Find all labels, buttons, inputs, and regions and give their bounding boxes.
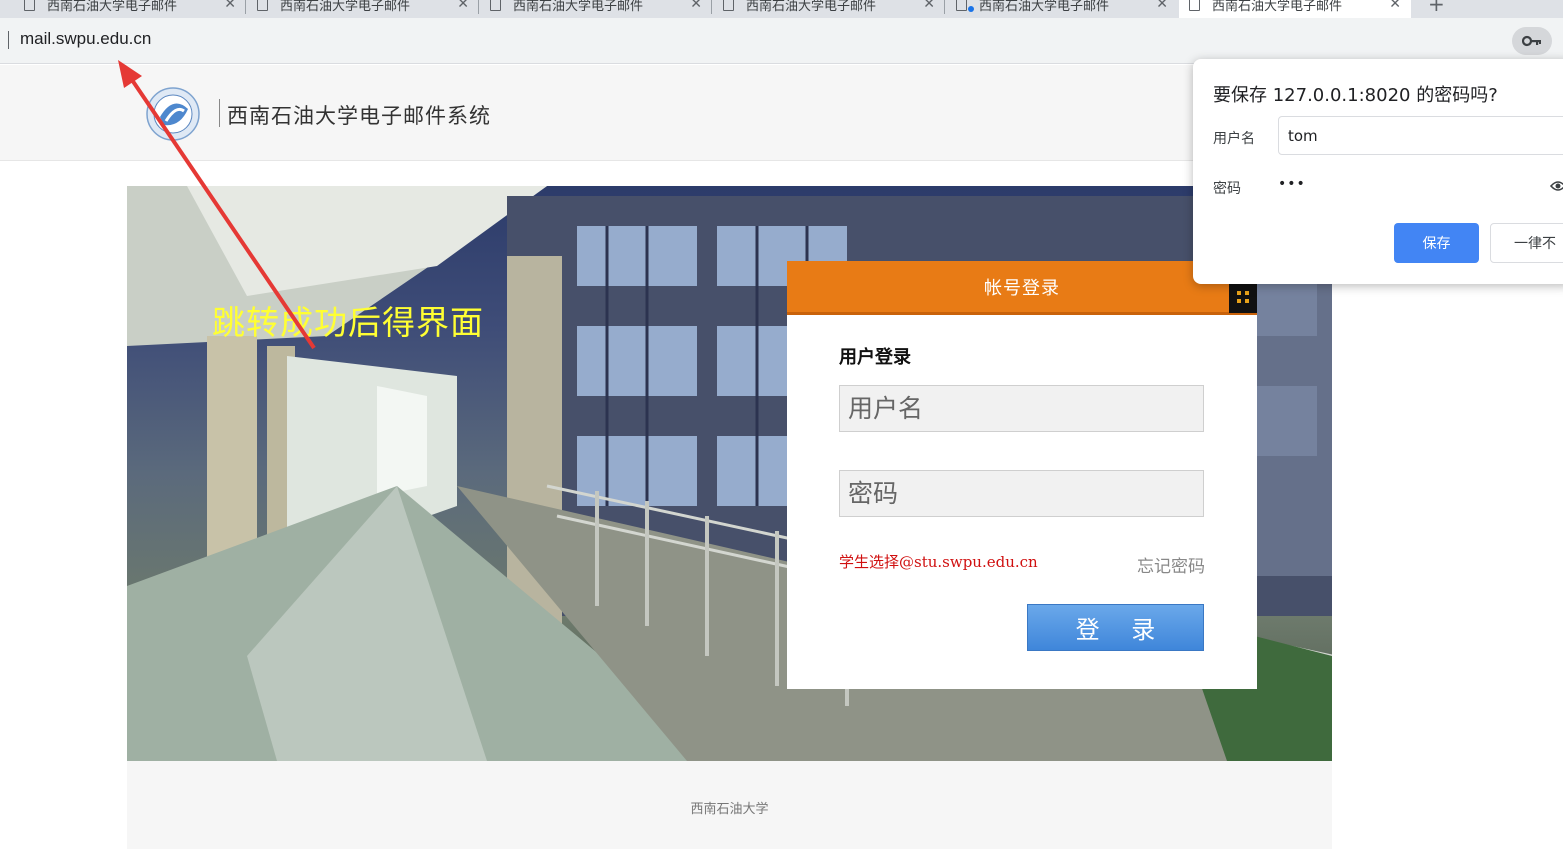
qr-code-icon[interactable] xyxy=(1229,281,1257,313)
tab-title: 西南石油大学电子邮件 xyxy=(979,0,1110,14)
close-icon[interactable]: ✕ xyxy=(1156,0,1168,12)
browser-tab[interactable]: 西南石油大学电子邮件 ✕ xyxy=(713,0,945,18)
saved-username-field[interactable]: tom xyxy=(1278,116,1563,155)
document-icon xyxy=(257,0,268,11)
document-icon xyxy=(490,0,501,11)
tab-title: 西南石油大学电子邮件 xyxy=(280,0,411,14)
address-bar[interactable]: mail.swpu.edu.cn xyxy=(20,29,151,49)
key-icon[interactable] xyxy=(1512,27,1552,55)
document-icon xyxy=(956,0,967,11)
close-icon[interactable]: ✕ xyxy=(1389,0,1401,12)
browser-tab[interactable]: 西南石油大学电子邮件 ✕ xyxy=(14,0,246,18)
document-icon xyxy=(723,0,734,11)
password-label: 密码 xyxy=(1213,181,1241,197)
header-divider xyxy=(219,99,220,127)
close-icon[interactable]: ✕ xyxy=(457,0,469,12)
eye-icon[interactable] xyxy=(1550,180,1563,192)
text-cursor xyxy=(8,31,9,49)
footer-text: 西南石油大学 xyxy=(690,802,769,817)
site-title: 西南石油大学电子邮件系统 xyxy=(227,104,491,128)
toolbar-edge xyxy=(1558,16,1563,30)
login-panel: 帐号登录 用户登录 学生选择@stu.swpu.edu.cn 忘记密码 登 录 xyxy=(787,261,1257,689)
university-logo xyxy=(146,87,200,141)
username-input[interactable] xyxy=(839,385,1204,432)
login-header-title: 帐号登录 xyxy=(984,277,1060,299)
browser-tab[interactable]: 西南石油大学电子邮件 ✕ xyxy=(247,0,479,18)
page-footer: 西南石油大学 xyxy=(127,761,1332,849)
never-save-button[interactable]: 一律不 xyxy=(1490,223,1563,263)
tab-title: 西南石油大学电子邮件 xyxy=(1212,0,1343,14)
document-icon xyxy=(1189,0,1200,11)
saved-username-value: tom xyxy=(1288,126,1318,145)
saved-password-mask: ••• xyxy=(1278,176,1306,192)
save-password-button[interactable]: 保存 xyxy=(1394,223,1479,263)
forgot-password-link[interactable]: 忘记密码 xyxy=(1137,552,1205,577)
save-password-dialog: 要保存 127.0.0.1:8020 的密码吗? 用户名 tom 密码 ••• … xyxy=(1193,59,1563,284)
new-tab-button[interactable]: + xyxy=(1428,0,1445,16)
login-button[interactable]: 登 录 xyxy=(1027,604,1204,651)
username-label: 用户名 xyxy=(1213,131,1255,147)
tab-title: 西南石油大学电子邮件 xyxy=(47,0,178,14)
browser-tab[interactable]: 西南石油大学电子邮件 ✕ xyxy=(946,0,1178,18)
browser-toolbar: mail.swpu.edu.cn xyxy=(0,18,1563,64)
login-header: 帐号登录 xyxy=(787,261,1257,315)
login-subtitle: 用户登录 xyxy=(839,347,911,368)
loading-dot-icon xyxy=(968,6,974,12)
close-icon[interactable]: ✕ xyxy=(690,0,702,12)
tab-strip: 西南石油大学电子邮件 ✕ 西南石油大学电子邮件 ✕ 西南石油大学电子邮件 ✕ 西… xyxy=(0,0,1563,18)
browser-tab[interactable]: 西南石油大学电子邮件 ✕ xyxy=(480,0,712,18)
tab-title: 西南石油大学电子邮件 xyxy=(746,0,877,14)
dialog-title: 要保存 127.0.0.1:8020 的密码吗? xyxy=(1213,85,1498,106)
close-icon[interactable]: ✕ xyxy=(923,0,935,12)
annotation-caption: 跳转成功后得界面 xyxy=(212,303,484,342)
document-icon xyxy=(24,0,35,11)
domain-hint: 学生选择@stu.swpu.edu.cn xyxy=(839,553,1038,571)
password-input[interactable] xyxy=(839,470,1204,517)
tab-title: 西南石油大学电子邮件 xyxy=(513,0,644,14)
browser-tab-active[interactable]: 西南石油大学电子邮件 ✕ xyxy=(1179,0,1411,18)
close-icon[interactable]: ✕ xyxy=(224,0,236,12)
